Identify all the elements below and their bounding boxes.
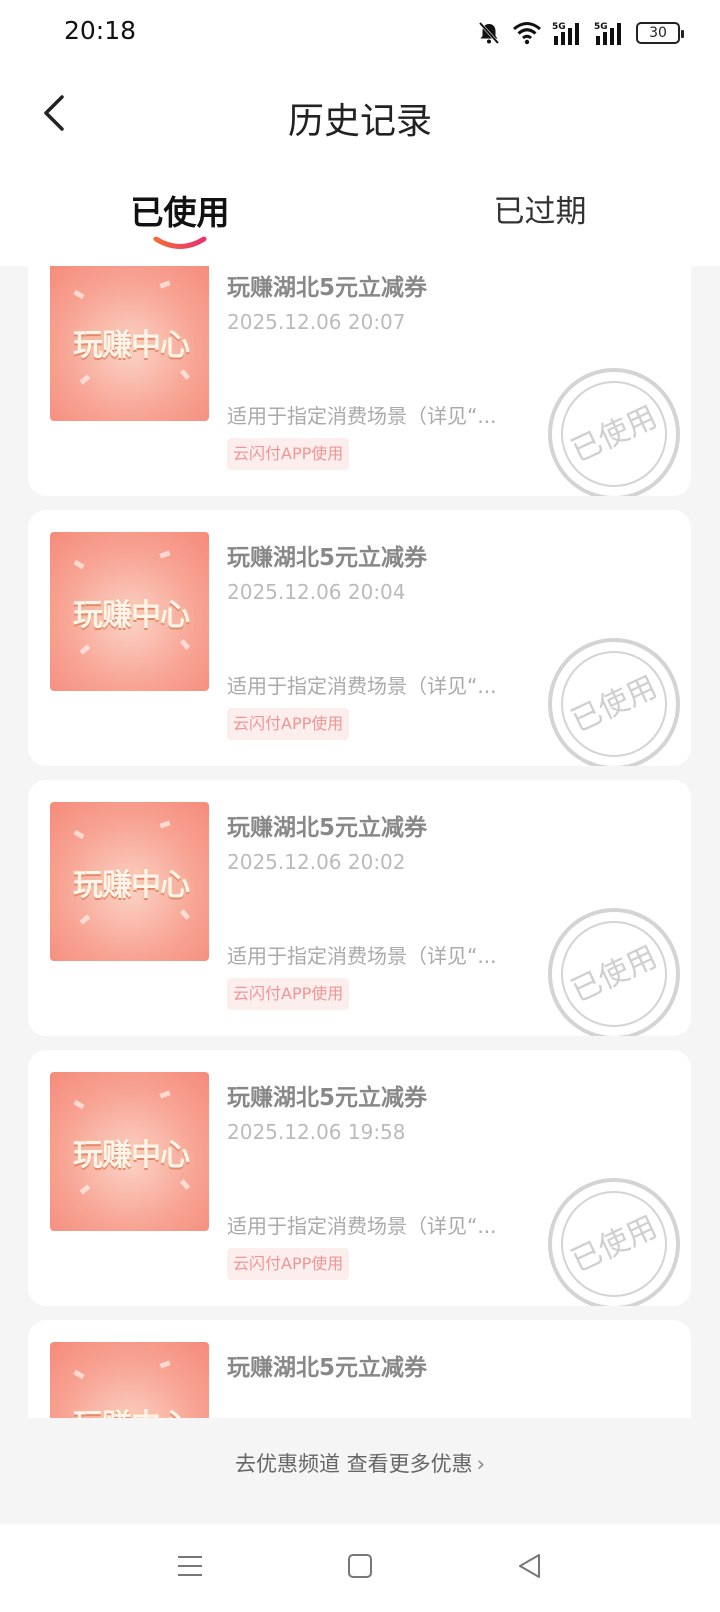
- coupon-image-text: 玩赚中心: [73, 1138, 190, 1173]
- coupon-image: 玩赚中心: [50, 1342, 209, 1418]
- wifi-icon: [512, 21, 542, 45]
- used-stamp: 已使用: [548, 368, 680, 496]
- used-stamp: 已使用: [548, 908, 680, 1036]
- tab-expired-label: 已过期: [493, 194, 587, 230]
- footer-link-area: 去优惠频道 查看更多优惠 ›: [0, 1418, 720, 1524]
- menu-button[interactable]: [170, 1548, 210, 1588]
- home-button[interactable]: [340, 1548, 380, 1588]
- signal-5g-icon: 5G: [594, 20, 626, 46]
- svg-text:5G: 5G: [552, 22, 566, 32]
- coupon-tag: 云闪付APP使用: [227, 978, 350, 1010]
- battery-icon: 30: [636, 22, 684, 44]
- menu-icon: [176, 1553, 204, 1583]
- page-title: 历史记录: [287, 101, 432, 142]
- used-stamp: 已使用: [548, 1178, 680, 1306]
- chevron-right-icon: ›: [476, 1452, 486, 1476]
- used-stamp: 已使用: [548, 638, 680, 766]
- coupon-title: 玩赚湖北5元立减券: [227, 1355, 428, 1381]
- coupon-desc: 适用于指定消费场景（详见“...: [227, 944, 497, 968]
- back-triangle-icon: [516, 1552, 544, 1584]
- svg-text:5G: 5G: [594, 22, 608, 32]
- coupon-time: 2025.12.06 20:04: [227, 580, 406, 604]
- coupon-desc: 适用于指定消费场景（详见“...: [227, 674, 497, 698]
- status-time: 20:18: [64, 16, 137, 45]
- system-nav-bar: [0, 1524, 720, 1612]
- coupon-image: 玩赚中心: [50, 266, 209, 421]
- coupon-desc: 适用于指定消费场景（详见“...: [227, 404, 497, 428]
- more-offers-label: 去优惠频道 查看更多优惠: [234, 1452, 473, 1476]
- svg-text:已使用: 已使用: [566, 400, 662, 470]
- svg-text:已使用: 已使用: [566, 940, 662, 1010]
- coupon-title: 玩赚湖北5元立减券: [227, 1085, 428, 1111]
- coupon-image: 玩赚中心: [50, 802, 209, 961]
- coupon-title: 玩赚湖北5元立减券: [227, 275, 428, 301]
- coupon-time: 2025.12.06 20:02: [227, 850, 406, 874]
- coupon-image-text: 玩赚中心: [73, 328, 190, 363]
- svg-text:已使用: 已使用: [566, 670, 662, 740]
- coupon-tag: 云闪付APP使用: [227, 1248, 350, 1280]
- coupon-card[interactable]: 玩赚中心 玩赚湖北5元立减券 2025.12.06 20:07 适用于指定消费场…: [28, 266, 691, 496]
- coupon-image-text: 玩赚中心: [73, 598, 190, 633]
- tab-used-label: 已使用: [130, 193, 230, 232]
- tab-expired[interactable]: 已过期: [440, 186, 640, 246]
- tab-active-indicator: [153, 236, 207, 249]
- coupon-desc: 适用于指定消费场景（详见“...: [227, 1214, 497, 1238]
- coupon-card[interactable]: 玩赚中心 玩赚湖北5元立减券: [28, 1320, 691, 1418]
- status-bar: 20:18 5G 5G 30: [0, 0, 720, 66]
- coupon-tag: 云闪付APP使用: [227, 438, 350, 470]
- coupon-image: 玩赚中心: [50, 532, 209, 691]
- coupon-image-text: 玩赚中心: [56, 1400, 206, 1418]
- signal-5g-icon: 5G: [552, 20, 584, 46]
- coupon-title: 玩赚湖北5元立减券: [227, 545, 428, 571]
- status-icons: 5G 5G 30: [476, 18, 684, 48]
- tab-used[interactable]: 已使用: [80, 186, 280, 249]
- coupon-image: 玩赚中心: [50, 1072, 209, 1231]
- battery-level: 30: [649, 25, 667, 41]
- coupon-card[interactable]: 玩赚中心 玩赚湖北5元立减券 2025.12.06 20:02 适用于指定消费场…: [28, 780, 691, 1036]
- coupon-time: 2025.12.06 20:07: [227, 310, 406, 334]
- coupon-image-text: 玩赚中心: [73, 868, 190, 903]
- system-back-button[interactable]: [510, 1548, 550, 1588]
- home-square-icon: [346, 1552, 374, 1584]
- svg-text:已使用: 已使用: [566, 1210, 662, 1280]
- coupon-time: 2025.12.06 19:58: [227, 1120, 406, 1144]
- coupon-card[interactable]: 玩赚中心 玩赚湖北5元立减券 2025.12.06 19:58 适用于指定消费场…: [28, 1050, 691, 1306]
- more-offers-link[interactable]: 去优惠频道 查看更多优惠 ›: [0, 1448, 720, 1478]
- coupon-list[interactable]: 玩赚中心 玩赚湖北5元立减券 2025.12.06 20:07 适用于指定消费场…: [0, 266, 720, 1418]
- tab-bar: 已使用 已过期: [0, 166, 720, 266]
- header: 历史记录: [0, 66, 720, 166]
- coupon-title: 玩赚湖北5元立减券: [227, 815, 428, 841]
- coupon-card[interactable]: 玩赚中心 玩赚湖北5元立减券 2025.12.06 20:04 适用于指定消费场…: [28, 510, 691, 766]
- coupon-tag: 云闪付APP使用: [227, 708, 350, 740]
- mute-bell-icon: [476, 20, 502, 46]
